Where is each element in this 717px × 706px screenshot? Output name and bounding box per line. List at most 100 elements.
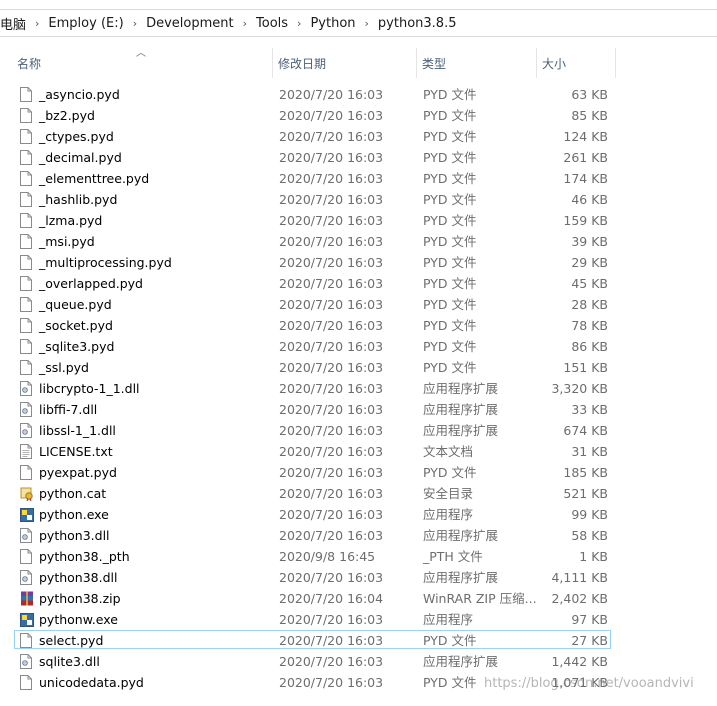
file-row[interactable]: LICENSE.txt 2020/7/20 16:03 文本文档 31 KB — [0, 441, 717, 462]
file-type: WinRAR ZIP 压缩... — [423, 591, 537, 606]
column-header-size[interactable]: 大小 — [537, 48, 615, 78]
breadcrumb-item[interactable]: Python — [306, 16, 359, 31]
file-list: _asyncio.pyd 2020/7/20 16:03 PYD 文件 63 KB _b… — [0, 84, 717, 693]
file-name: unicodedata.pyd — [39, 675, 144, 690]
file-name: LICENSE.txt — [39, 444, 113, 459]
file-type: PYD 文件 — [423, 465, 477, 480]
file-type: PYD 文件 — [423, 276, 477, 291]
file-modified-date: 2020/7/20 16:03 — [279, 507, 384, 522]
file-row[interactable]: python38._pth 2020/9/8 16:45 _PTH 文件 1 KB — [0, 546, 717, 567]
file-type: PYD 文件 — [423, 339, 477, 354]
file-icon — [20, 129, 32, 144]
file-row[interactable]: python.exe 2020/7/20 16:03 应用程序 99 KB — [0, 504, 717, 525]
file-row[interactable]: libffi-7.dll 2020/7/20 16:03 应用程序扩展 33 KB — [0, 399, 717, 420]
breadcrumb-separator-icon[interactable]: › — [292, 17, 306, 30]
file-icon — [20, 318, 32, 333]
file-name: _elementtree.pyd — [39, 171, 150, 186]
text-file-icon — [20, 444, 32, 459]
file-row[interactable]: _asyncio.pyd 2020/7/20 16:03 PYD 文件 63 KB — [0, 84, 717, 105]
file-type: 应用程序扩展 — [423, 528, 499, 543]
file-size: 85 KB — [571, 108, 608, 123]
file-row[interactable]: select.pyd 2020/7/20 16:03 PYD 文件 27 KB — [0, 630, 717, 651]
file-type: PYD 文件 — [423, 129, 477, 144]
file-row[interactable]: _bz2.pyd 2020/7/20 16:03 PYD 文件 85 KB — [0, 105, 717, 126]
file-row[interactable]: libssl-1_1.dll 2020/7/20 16:03 应用程序扩展 674 K… — [0, 420, 717, 441]
breadcrumb: 电脑 › Employ (E:) › Development › Tools › Python ›… — [0, 9, 717, 37]
file-row[interactable]: sqlite3.dll 2020/7/20 16:03 应用程序扩展 1,442 KB — [0, 651, 717, 672]
file-row[interactable]: python.cat 2020/7/20 16:03 安全目录 521 KB — [0, 483, 717, 504]
file-row[interactable]: _queue.pyd 2020/7/20 16:03 PYD 文件 28 KB — [0, 294, 717, 315]
file-size: 174 KB — [563, 171, 608, 186]
file-row[interactable]: _overlapped.pyd 2020/7/20 16:03 PYD 文件 45 K… — [0, 273, 717, 294]
file-modified-date: 2020/7/20 16:03 — [279, 465, 384, 480]
column-header-type-label: 类型 — [422, 57, 447, 71]
file-row[interactable]: _hashlib.pyd 2020/7/20 16:03 PYD 文件 46 KB — [0, 189, 717, 210]
file-size: 674 KB — [563, 423, 608, 438]
breadcrumb-item[interactable]: 电脑 — [0, 14, 30, 33]
file-row[interactable]: pythonw.exe 2020/7/20 16:03 应用程序 97 KB — [0, 609, 717, 630]
file-type: 应用程序扩展 — [423, 570, 499, 585]
column-header-name-label: 名称 — [17, 57, 42, 71]
file-row[interactable]: _multiprocessing.pyd 2020/7/20 16:03 PYD 文… — [0, 252, 717, 273]
file-row[interactable]: _elementtree.pyd 2020/7/20 16:03 PYD 文件 174… — [0, 168, 717, 189]
file-icon — [20, 192, 32, 207]
breadcrumb-item[interactable]: Tools — [252, 16, 292, 31]
file-name: python.exe — [39, 507, 109, 522]
file-icon — [20, 213, 32, 228]
file-row[interactable]: pyexpat.pyd 2020/7/20 16:03 PYD 文件 185 KB — [0, 462, 717, 483]
file-row[interactable]: _sqlite3.pyd 2020/7/20 16:03 PYD 文件 86 KB — [0, 336, 717, 357]
file-name: _bz2.pyd — [39, 108, 95, 123]
file-row[interactable]: python3.dll 2020/7/20 16:03 应用程序扩展 58 KB — [0, 525, 717, 546]
file-size: 46 KB — [571, 192, 608, 207]
column-header-size-label: 大小 — [542, 57, 567, 71]
winrar-archive-icon — [20, 591, 33, 606]
file-type: PYD 文件 — [423, 675, 477, 690]
file-icon — [20, 549, 32, 564]
file-row[interactable]: _decimal.pyd 2020/7/20 16:03 PYD 文件 261 KB — [0, 147, 717, 168]
file-row[interactable]: _socket.pyd 2020/7/20 16:03 PYD 文件 78 KB — [0, 315, 717, 336]
file-size: 99 KB — [571, 507, 608, 522]
breadcrumb-separator-icon[interactable]: › — [30, 17, 44, 30]
file-row[interactable]: _lzma.pyd 2020/7/20 16:03 PYD 文件 159 KB — [0, 210, 717, 231]
file-modified-date: 2020/7/20 16:03 — [279, 108, 384, 123]
file-modified-date: 2020/7/20 16:03 — [279, 276, 384, 291]
file-modified-date: 2020/7/20 16:03 — [279, 192, 384, 207]
file-name: select.pyd — [39, 633, 104, 648]
file-size: 39 KB — [571, 234, 608, 249]
file-row[interactable]: _ctypes.pyd 2020/7/20 16:03 PYD 文件 124 KB — [0, 126, 717, 147]
breadcrumb-item[interactable]: python3.8.5 — [374, 16, 461, 31]
breadcrumb-separator-icon[interactable]: › — [128, 17, 142, 30]
file-row[interactable]: libcrypto-1_1.dll 2020/7/20 16:03 应用程序扩展 3,… — [0, 378, 717, 399]
file-name: _socket.pyd — [39, 318, 113, 333]
file-modified-date: 2020/7/20 16:03 — [279, 402, 384, 417]
sort-ascending-icon: ︿ — [136, 48, 146, 59]
breadcrumb-item[interactable]: Development — [142, 16, 238, 31]
file-type: 安全目录 — [423, 486, 474, 501]
file-name: pyexpat.pyd — [39, 465, 117, 480]
file-size: 97 KB — [571, 612, 608, 627]
breadcrumb-separator-icon[interactable]: › — [238, 17, 252, 30]
file-name: _ctypes.pyd — [39, 129, 114, 144]
file-row[interactable]: python38.zip 2020/7/20 16:04 WinRAR ZIP 压缩… — [0, 588, 717, 609]
file-row[interactable]: python38.dll 2020/7/20 16:03 应用程序扩展 4,111 K… — [0, 567, 717, 588]
breadcrumb-separator-icon[interactable]: › — [360, 17, 374, 30]
file-size: 1 KB — [579, 549, 608, 564]
column-header-type[interactable]: 类型 — [417, 48, 536, 78]
file-row[interactable]: _msi.pyd 2020/7/20 16:03 PYD 文件 39 KB — [0, 231, 717, 252]
file-row[interactable]: _ssl.pyd 2020/7/20 16:03 PYD 文件 151 KB — [0, 357, 717, 378]
file-type: PYD 文件 — [423, 297, 477, 312]
column-header-date[interactable]: 修改日期 — [273, 48, 416, 78]
breadcrumb-item[interactable]: Employ (E:) — [44, 16, 127, 31]
python-exe-icon — [20, 507, 34, 522]
column-divider[interactable] — [615, 48, 616, 78]
file-icon — [20, 150, 32, 165]
file-size: 4,111 KB — [551, 570, 608, 585]
file-size: 86 KB — [571, 339, 608, 354]
column-header-bar: 名称 修改日期 类型 大小 — [0, 48, 717, 78]
file-name: _asyncio.pyd — [39, 87, 120, 102]
file-name: _decimal.pyd — [39, 150, 122, 165]
file-type: PYD 文件 — [423, 255, 477, 270]
watermark: https://blog.csdn.net/vooandvivi — [484, 676, 694, 691]
file-modified-date: 2020/7/20 16:03 — [279, 612, 384, 627]
file-type: PYD 文件 — [423, 360, 477, 375]
